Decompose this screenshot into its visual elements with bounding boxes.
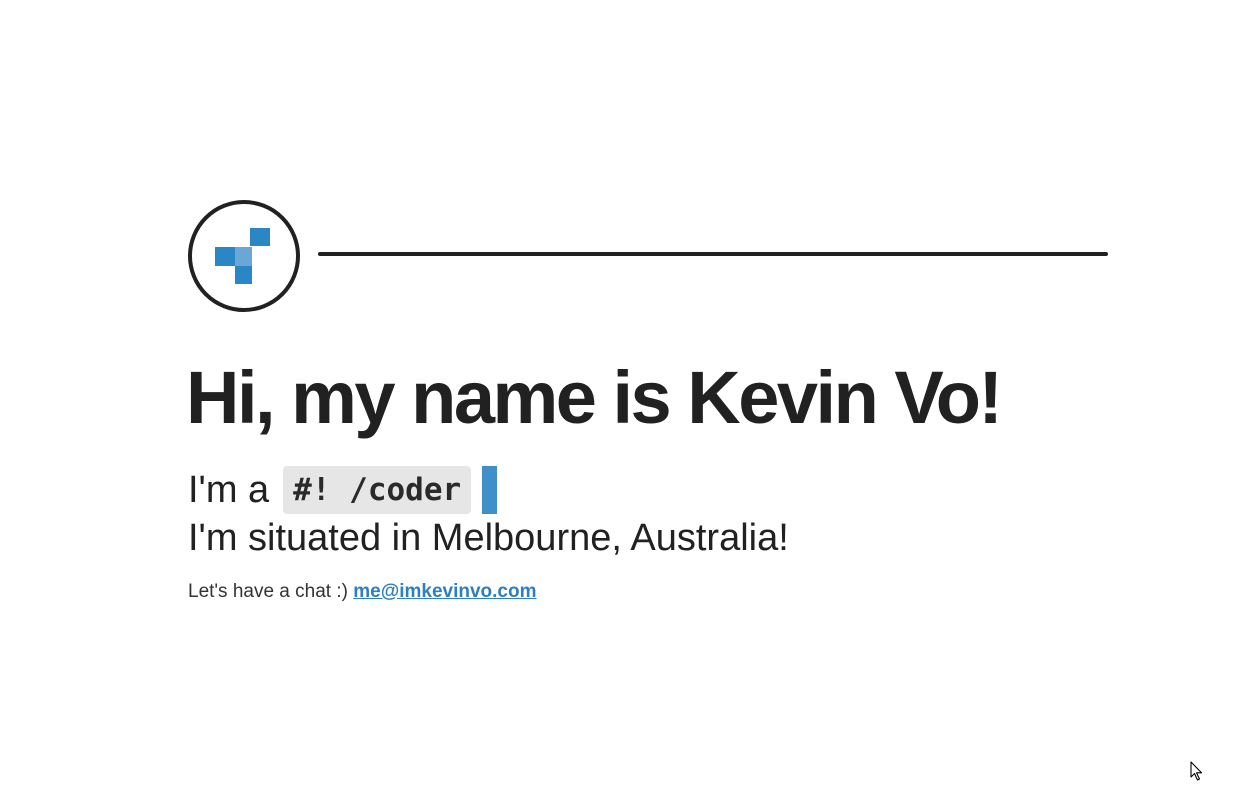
role-line: I'm a #! /coder: [188, 464, 498, 516]
email-link[interactable]: me@imkevinvo.com: [353, 581, 536, 602]
page-title: Hi, my name is Kevin Vo!: [186, 356, 1003, 439]
role-prefix: I'm a: [188, 469, 270, 511]
header-divider: [318, 252, 1108, 256]
contact-line: Let's have a chat :) me@imkevinvo.com: [188, 580, 537, 604]
role-code-chip: #! /coder: [283, 466, 472, 514]
logo[interactable]: [188, 200, 300, 312]
location-text: I'm situated in Melbourne, Australia!: [188, 517, 789, 559]
typing-cursor: [482, 466, 498, 514]
kv-pixel-logo-icon: [215, 228, 270, 284]
header-row: [188, 200, 1108, 312]
contact-prefix: Let's have a chat :): [188, 581, 354, 602]
mouse-pointer-icon: [1190, 761, 1203, 781]
page: Hi, my name is Kevin Vo! I'm a #! /coder…: [0, 0, 1258, 796]
